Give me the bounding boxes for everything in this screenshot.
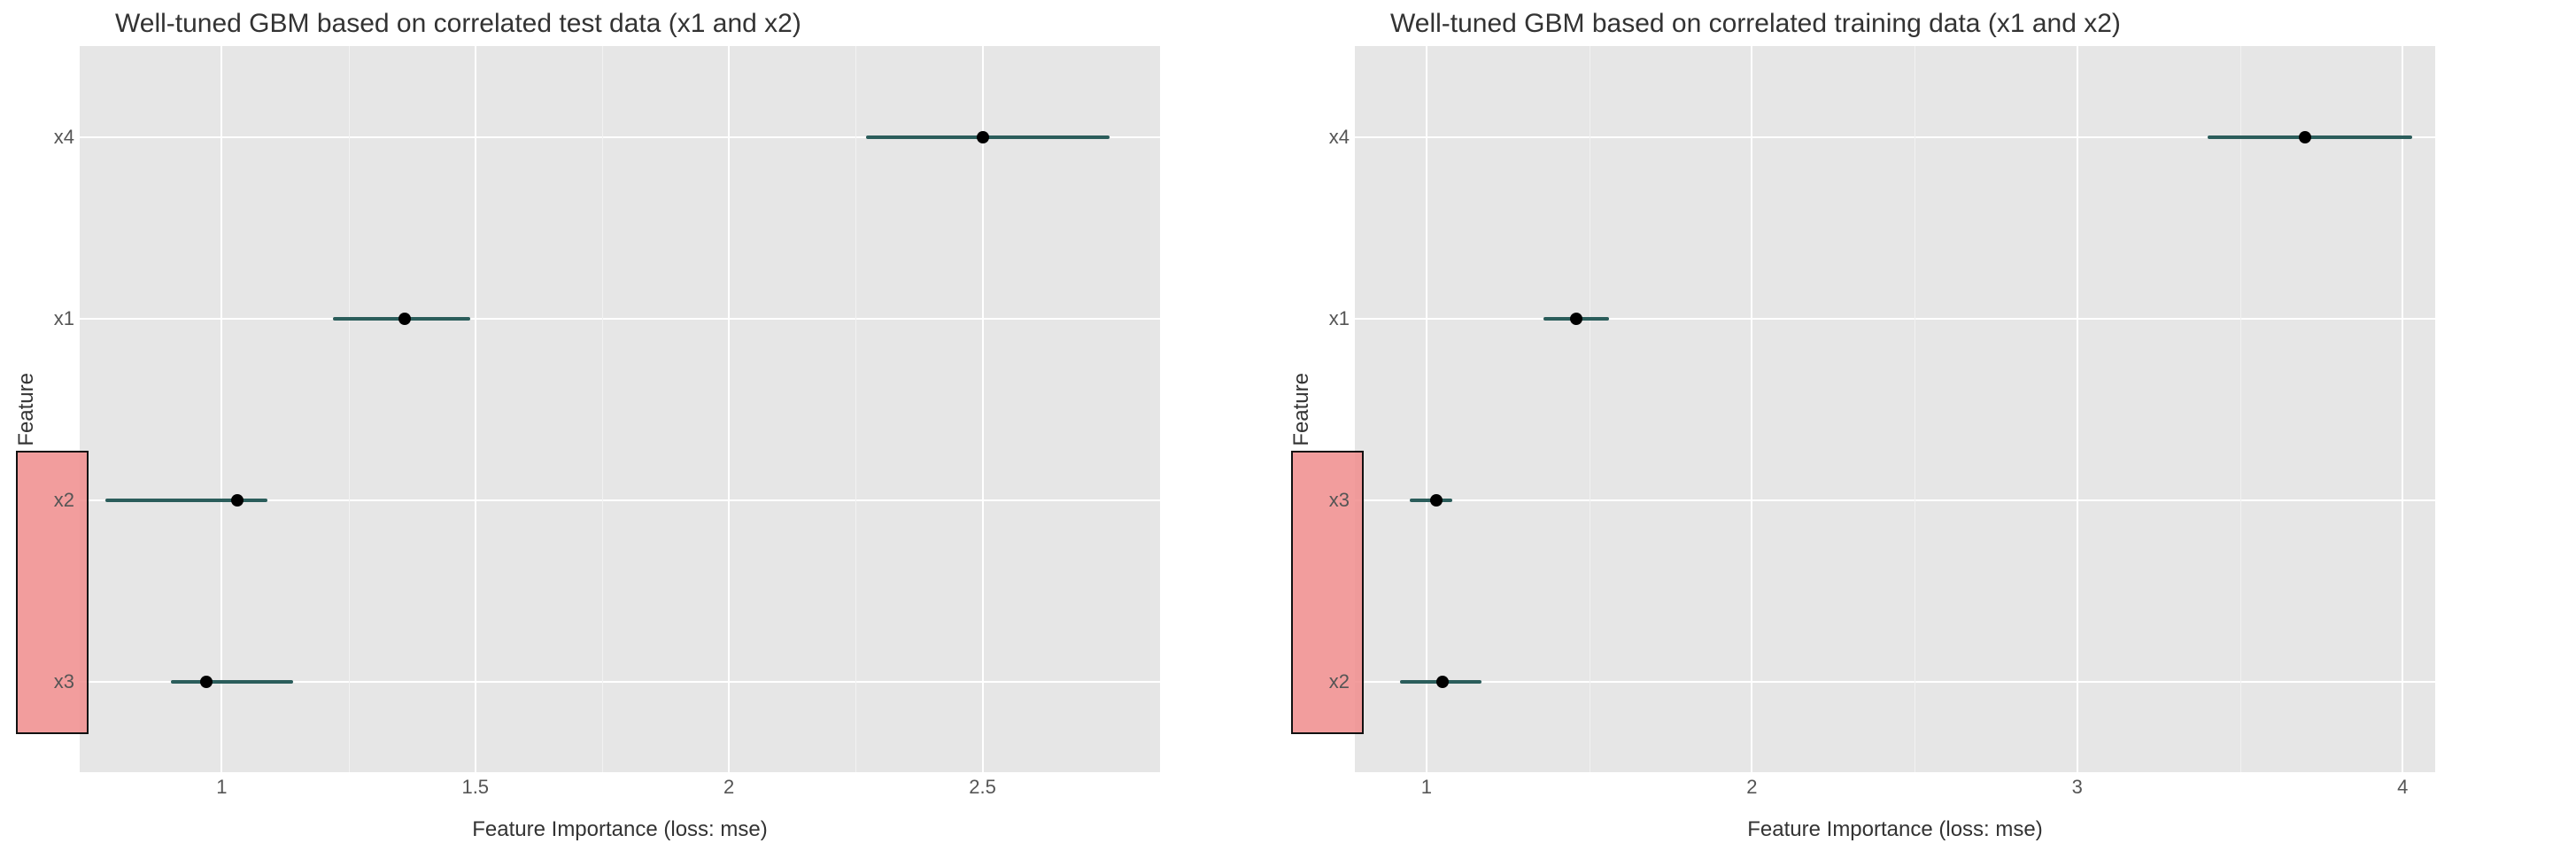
y-tick-label: x2 — [1319, 672, 1355, 692]
grid-h — [1355, 681, 2435, 683]
grid-v — [1426, 46, 1427, 772]
y-tick-label: x4 — [1319, 128, 1355, 147]
grid-v — [2077, 46, 2078, 772]
grid-v-minor — [2240, 46, 2241, 772]
grid-v — [982, 46, 984, 772]
grid-v — [728, 46, 730, 772]
plot-area — [1355, 46, 2435, 772]
x-tick-label: 3 — [2072, 776, 2083, 799]
chart-title: Well-tuned GBM based on correlated train… — [1390, 9, 2435, 39]
x-tick-label: 2.5 — [969, 776, 996, 799]
y-tick-label: x1 — [1319, 309, 1355, 329]
plot-area — [80, 46, 1160, 772]
y-tick-label: x3 — [44, 672, 80, 692]
grid-v — [220, 46, 222, 772]
grid-v — [2402, 46, 2403, 772]
data-point — [231, 494, 244, 507]
panel-right: Well-tuned GBM based on correlated train… — [1284, 9, 2435, 842]
grid-v-minor — [349, 46, 350, 772]
grid-v — [475, 46, 476, 772]
panel-left: Well-tuned GBM based on correlated test … — [9, 9, 1160, 842]
x-tick-label: 1 — [1421, 776, 1432, 799]
x-tick-row: 1 1.5 2 2.5 — [80, 772, 1160, 821]
y-axis-label: Feature — [14, 373, 39, 446]
y-tick-label: x1 — [44, 309, 80, 329]
grid-h — [1355, 318, 2435, 320]
y-tick-label: x4 — [44, 128, 80, 147]
y-tick-label: x3 — [1319, 491, 1355, 510]
x-tick-label: 4 — [2397, 776, 2408, 799]
x-tick-label: 2 — [1746, 776, 1757, 799]
data-point — [977, 131, 989, 143]
x-tick-label: 1.5 — [461, 776, 489, 799]
data-point — [1570, 313, 1582, 325]
grid-v-minor — [602, 46, 603, 772]
data-point — [398, 313, 411, 325]
chart-wrap: Feature x4 x1 x3 x2 — [1284, 46, 2435, 772]
data-point — [1430, 494, 1443, 507]
x-tick-row: 1 2 3 4 — [1355, 772, 2435, 821]
chart-row: Well-tuned GBM based on correlated test … — [0, 0, 2576, 851]
data-point — [2299, 131, 2311, 143]
x-axis-label: Feature Importance (loss: mse) — [80, 817, 1160, 842]
x-tick-label: 2 — [723, 776, 734, 799]
data-point — [200, 676, 213, 688]
chart-title: Well-tuned GBM based on correlated test … — [115, 9, 1160, 39]
range-segment — [171, 680, 292, 684]
y-axis-label: Feature — [1289, 373, 1314, 446]
grid-h — [1355, 499, 2435, 501]
y-tick-label: x2 — [44, 491, 80, 510]
grid-v — [1751, 46, 1752, 772]
x-tick-label: 1 — [216, 776, 227, 799]
data-point — [1436, 676, 1449, 688]
grid-h — [80, 318, 1160, 320]
x-axis-label: Feature Importance (loss: mse) — [1355, 817, 2435, 842]
chart-wrap: Feature x4 x1 x2 x3 — [9, 46, 1160, 772]
grid-v-minor — [855, 46, 856, 772]
